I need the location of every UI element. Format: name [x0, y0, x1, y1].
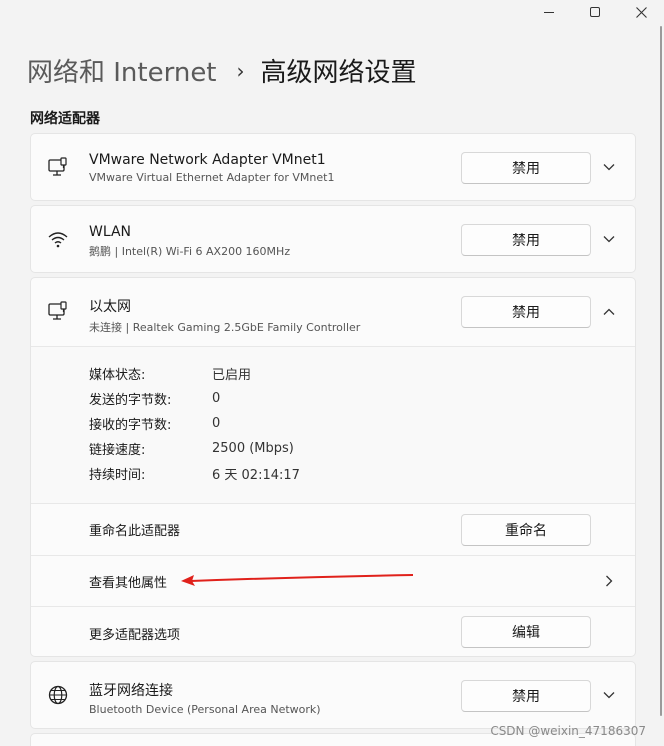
- detail-row: 链接速度: 2500 (Mbps): [89, 436, 300, 461]
- disable-button[interactable]: 禁用: [461, 152, 591, 184]
- detail-row: 接收的字节数: 0: [89, 411, 300, 436]
- chevron-down-icon[interactable]: [601, 231, 617, 247]
- chevron-down-icon[interactable]: [601, 687, 617, 703]
- detail-row: 发送的字节数: 0: [89, 386, 300, 411]
- rename-button[interactable]: 重命名: [461, 514, 591, 546]
- minimize-icon: [544, 11, 554, 13]
- title-bar: [0, 0, 664, 24]
- close-button[interactable]: [618, 0, 664, 24]
- adapter-subtitle: Bluetooth Device (Personal Area Network): [89, 703, 321, 716]
- disable-button[interactable]: 禁用: [461, 224, 591, 256]
- adapter-subtitle: VMware Virtual Ethernet Adapter for VMne…: [89, 171, 335, 184]
- maximize-icon: [590, 7, 600, 17]
- adapter-card-vmnet1: VMware Network Adapter VMnet1 VMware Vir…: [30, 133, 636, 201]
- red-arrow-annotation: [181, 574, 414, 586]
- disable-button[interactable]: 禁用: [461, 680, 591, 712]
- scrollbar[interactable]: [660, 26, 662, 716]
- ethernet-icon: [47, 156, 69, 178]
- section-title: 网络适配器: [30, 111, 100, 127]
- breadcrumb-parent-link[interactable]: 网络和 Internet: [27, 52, 217, 89]
- close-icon: [635, 6, 647, 18]
- adapter-title: VMware Network Adapter VMnet1: [89, 152, 326, 168]
- detail-row: 媒体状态: 已启用: [89, 361, 300, 386]
- breadcrumb-separator-icon: ›: [236, 58, 245, 83]
- adapter-title: 蓝牙网络连接: [89, 683, 173, 699]
- edit-button[interactable]: 编辑: [461, 616, 591, 648]
- adapter-header-ethernet[interactable]: 以太网 未连接 | Realtek Gaming 2.5GbE Family C…: [31, 278, 635, 346]
- adapter-card-wlan: WLAN 鹅鹏 | Intel(R) Wi-Fi 6 AX200 160MHz …: [30, 205, 636, 273]
- disable-button[interactable]: 禁用: [461, 296, 591, 328]
- chevron-down-icon[interactable]: [601, 159, 617, 175]
- adapter-card-bluetooth: 蓝牙网络连接 Bluetooth Device (Personal Area N…: [30, 661, 636, 729]
- breadcrumb: 网络和 Internet › 高级网络设置: [27, 52, 417, 89]
- adapter-title: WLAN: [89, 224, 132, 240]
- detail-key: 发送的字节数:: [89, 393, 172, 408]
- more-adapter-options-row: 更多适配器选项 编辑: [31, 607, 635, 657]
- adapter-card-ethernet: 以太网 未连接 | Realtek Gaming 2.5GbE Family C…: [30, 277, 636, 657]
- chevron-up-icon[interactable]: [601, 304, 617, 320]
- chevron-right-icon[interactable]: [601, 573, 617, 589]
- detail-value: 0: [212, 416, 221, 431]
- rename-adapter-row: 重命名此适配器 重命名: [31, 504, 635, 554]
- minimize-button[interactable]: [526, 0, 572, 24]
- detail-value: 2500 (Mbps): [212, 441, 294, 456]
- adapter-header-vmnet1[interactable]: VMware Network Adapter VMnet1 VMware Vir…: [31, 134, 635, 200]
- adapter-subtitle: 鹅鹏 | Intel(R) Wi-Fi 6 AX200 160MHz: [89, 245, 291, 258]
- globe-icon: [47, 684, 69, 706]
- more-adapter-options-label: 更多适配器选项: [89, 628, 181, 643]
- rename-adapter-label: 重命名此适配器: [89, 524, 181, 539]
- detail-key: 媒体状态:: [89, 368, 146, 383]
- detail-value: 6 天 02:14:17: [212, 468, 300, 483]
- page-title: 高级网络设置: [260, 58, 417, 88]
- adapter-header-bluetooth[interactable]: 蓝牙网络连接 Bluetooth Device (Personal Area N…: [31, 662, 635, 728]
- adapter-subtitle: 未连接 | Realtek Gaming 2.5GbE Family Contr…: [89, 321, 361, 334]
- adapter-title: 以太网: [89, 299, 131, 315]
- wifi-icon: [47, 228, 69, 250]
- maximize-button[interactable]: [572, 0, 618, 24]
- view-more-properties-label: 查看其他属性: [89, 576, 168, 591]
- detail-value: 0: [212, 391, 221, 406]
- watermark: CSDN @weixin_47186307: [490, 724, 646, 738]
- detail-key: 链接速度:: [89, 443, 146, 458]
- detail-key: 持续时间:: [89, 468, 146, 483]
- detail-row: 持续时间: 6 天 02:14:17: [89, 461, 300, 486]
- ethernet-icon: [47, 300, 69, 322]
- ethernet-details: 媒体状态: 已启用 发送的字节数: 0 接收的字节数: 0 链接速度: 2500 (Mb…: [31, 347, 635, 503]
- detail-key: 接收的字节数:: [89, 418, 172, 433]
- view-more-properties-row[interactable]: 查看其他属性: [31, 556, 635, 606]
- detail-value: 已启用: [212, 368, 252, 383]
- adapter-header-wlan[interactable]: WLAN 鹅鹏 | Intel(R) Wi-Fi 6 AX200 160MHz …: [31, 206, 635, 272]
